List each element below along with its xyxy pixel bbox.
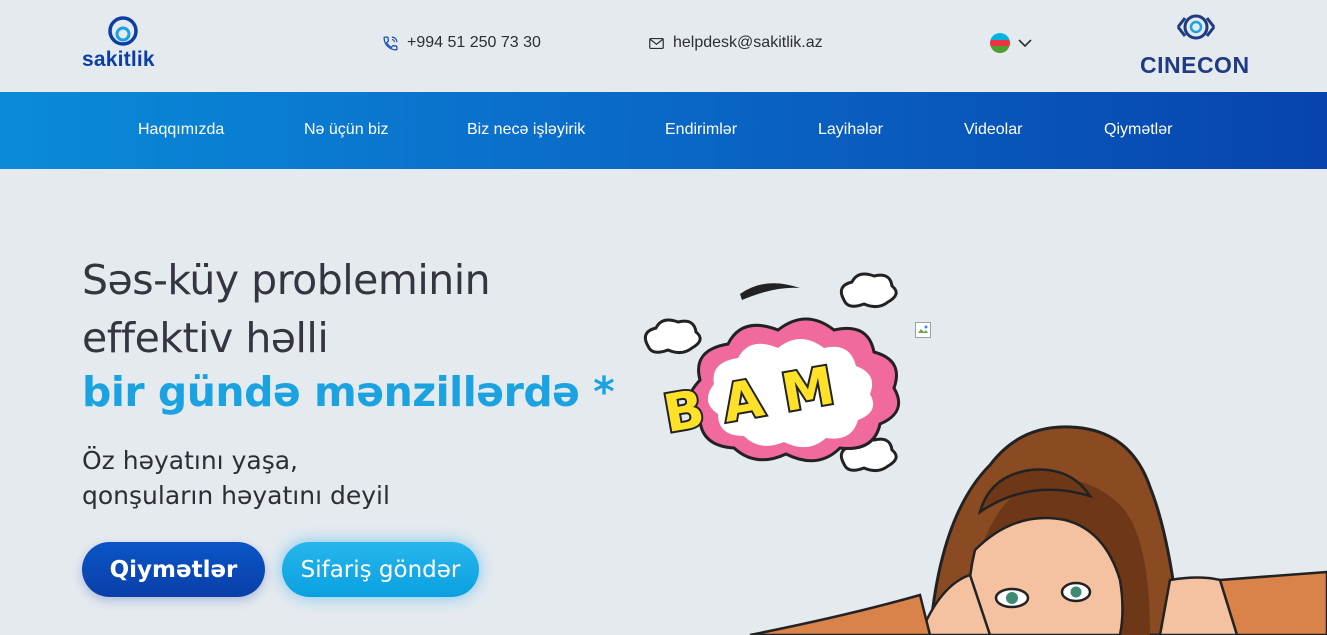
main-navigation: Haqqımızda Nə üçün biz Biz necə işləyiri… (0, 92, 1327, 169)
nav-item-projects[interactable]: Layihələr (818, 121, 883, 139)
nav-item-how-we-work[interactable]: Biz necə işləyirik (467, 121, 585, 139)
nav-item-discounts[interactable]: Endirimlər (665, 121, 737, 139)
email-contact[interactable]: helpdesk@sakitlik.az (648, 34, 823, 52)
phone-number: +994 51 250 73 30 (407, 34, 541, 51)
cinecon-eye-icon (1176, 14, 1216, 40)
top-bar: sakitlik +994 51 250 73 30 helpdesk@saki… (0, 0, 1327, 92)
sakitlik-logo[interactable]: sakitlik (82, 16, 172, 74)
chevron-down-icon (1018, 39, 1032, 48)
send-order-button[interactable]: Sifariş göndər (282, 542, 479, 597)
logo-icon (108, 16, 138, 46)
cinecon-text: CINECON (1140, 52, 1250, 78)
hero-illustration: BAM (643, 272, 1327, 635)
phone-contact[interactable]: +994 51 250 73 30 (382, 34, 541, 52)
nav-item-why-us[interactable]: Nə üçün biz (304, 121, 389, 139)
hero-subtitle-line-2: qonşuların həyatını deyil (82, 481, 390, 510)
hero-title-line-1: Səs-küy probleminin (82, 256, 491, 304)
envelope-icon (649, 37, 664, 49)
logo-text: sakitlik (82, 48, 155, 71)
azerbaijan-flag-icon (990, 33, 1010, 53)
hero-subtitle-line-1: Öz həyatını yaşa, (82, 446, 298, 475)
small-cloud-left (643, 318, 702, 355)
cinecon-logo[interactable]: CINECON (1140, 12, 1252, 78)
nav-item-prices[interactable]: Qiymətlər (1104, 121, 1172, 139)
mustache-shape (740, 283, 800, 300)
language-selector[interactable] (990, 33, 1032, 53)
woman-illustration (749, 425, 1327, 635)
hero-title-line-2: effektiv həlli (82, 314, 329, 362)
email-address: helpdesk@sakitlik.az (673, 34, 823, 51)
nav-item-videos[interactable]: Videolar (964, 121, 1022, 139)
small-cloud-top (839, 272, 898, 309)
prices-button[interactable]: Qiymətlər (82, 542, 265, 597)
nav-item-haqqimizda[interactable]: Haqqımızda (138, 121, 224, 139)
phone-icon (383, 35, 398, 51)
hero-title-highlight: bir gündə mənzillərdə * (82, 368, 615, 416)
